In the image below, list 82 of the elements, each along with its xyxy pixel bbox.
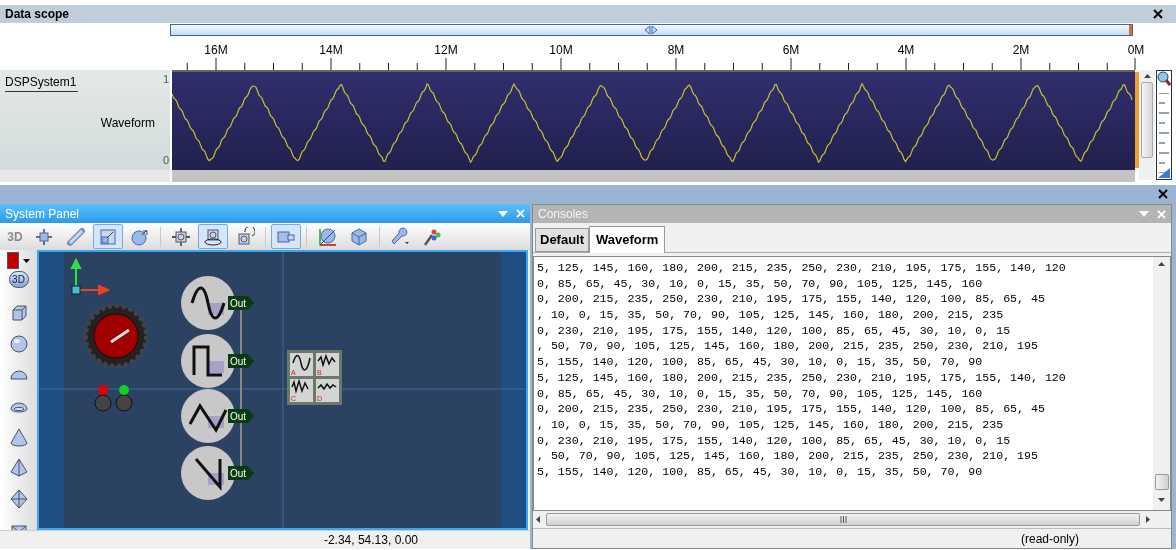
tick-label: 10M (549, 42, 573, 59)
vertical-scrollbar[interactable] (1153, 256, 1170, 511)
caret-icon (23, 258, 30, 263)
output-port[interactable]: Out (228, 354, 254, 368)
close-icon[interactable] (1153, 9, 1163, 19)
camera-orbit-icon (203, 226, 223, 247)
output-port[interactable]: Out (228, 466, 254, 480)
coordinates-readout: -2.34, 54.13, 0.00 (323, 532, 418, 549)
console-line: , 10, 0, 15, 35, 50, 70, 90, 105, 125, 145, 160, 180, 200, 215, 235 (537, 416, 1005, 433)
wrench-icon (390, 226, 410, 247)
scale-icon (98, 226, 118, 247)
axis-gizmo-icon (71, 257, 111, 295)
console-line: 0, 230, 210, 195, 175, 155, 140, 120, 100, 85, 65, 45, 30, 10, 0, 15 (537, 322, 1012, 339)
scroll-thumb[interactable] (1141, 82, 1153, 158)
range-handle-icon[interactable] (643, 25, 659, 35)
sphere-axes-icon (317, 226, 337, 247)
output-port[interactable]: Out (228, 296, 254, 310)
tick-label: 2M (1012, 42, 1030, 59)
tick-label: 16M (204, 42, 228, 59)
console-line: 0, 230, 210, 195, 175, 155, 140, 120, 100, 85, 65, 45, 30, 10, 0, 15 (537, 432, 1012, 449)
knob[interactable] (84, 304, 148, 368)
console-line: , 50, 70, 90, 105, 125, 145, 160, 180, 200, 215, 235, 250, 230, 210, 195 (537, 448, 1039, 465)
console-line: , 10, 0, 15, 35, 50, 70, 90, 105, 125, 145, 160, 180, 200, 215, 235 (537, 307, 1005, 323)
console-tab[interactable]: Waveform (589, 225, 666, 253)
console-line: 5, 155, 140, 120, 100, 85, 65, 45, 30, 10, 0, 15, 35, 50, 70, 90 (537, 464, 984, 480)
tick-label: 0M (1127, 42, 1145, 59)
track-name[interactable]: DSPSystem1 (5, 73, 79, 92)
sphere-icon (8, 334, 29, 354)
close-icon[interactable] (1158, 188, 1168, 199)
view-3d-button[interactable]: 3D (8, 271, 29, 288)
tick-label: 12M (434, 42, 458, 59)
console-line: 5, 155, 140, 120, 100, 85, 65, 45, 30, 10, 0, 15, 35, 50, 70, 90 (537, 354, 984, 370)
grip-icon (839, 516, 847, 524)
overview-bar[interactable] (170, 24, 1133, 36)
toolbar-button[interactable] (93, 224, 123, 249)
console-line: 5, 125, 145, 160, 180, 200, 215, 235, 250, 230, 210, 195, 175, 155, 140, 120 (537, 369, 1067, 386)
signal-label: Waveform (100, 115, 155, 132)
tick-label: 6M (782, 42, 800, 59)
axis-label: 1 (162, 72, 169, 87)
console-line: 0, 85, 65, 45, 30, 10, 0, 15, 35, 50, 70, 90, 105, 125, 145, 160 (537, 275, 984, 292)
range-marker[interactable] (1129, 25, 1132, 35)
console-line: 5, 125, 145, 160, 180, 200, 215, 235, 250, 230, 210, 195, 175, 155, 140, 120 (537, 259, 1067, 276)
zoom-slider[interactable] (1156, 70, 1172, 180)
output-port[interactable]: Out (228, 409, 254, 423)
cube-icon (349, 226, 369, 247)
tick-label: 8M (667, 42, 685, 59)
scroll-left-icon[interactable] (536, 516, 540, 524)
scroll-up-icon[interactable] (1158, 261, 1165, 266)
camera-rotate-icon (235, 226, 255, 247)
console-line: 0, 85, 65, 45, 30, 10, 0, 15, 35, 50, 70, 90, 105, 125, 145, 160 (537, 385, 984, 402)
scroll-down-icon[interactable] (1158, 498, 1165, 503)
scroll-up-icon[interactable] (1143, 74, 1151, 78)
console-line: 0, 200, 215, 235, 250, 230, 210, 195, 175, 155, 140, 120, 100, 85, 65, 45 (537, 291, 1046, 308)
tick-label: 4M (897, 42, 915, 59)
ruler-icon (66, 226, 86, 247)
octahedron-icon (8, 489, 29, 509)
toolbar-button[interactable] (198, 224, 228, 249)
pyramid-icon (8, 458, 29, 478)
shape-tool[interactable] (7, 333, 30, 355)
scroll-thumb[interactable] (546, 513, 1140, 527)
console-line: , 50, 70, 90, 105, 125, 145, 160, 180, 200, 215, 235, 250, 230, 210, 195 (537, 338, 1039, 355)
dropdown-icon[interactable] (498, 210, 508, 217)
mode-label: 3D (6, 228, 24, 246)
axis-label: 0 (162, 152, 169, 168)
camera-move-icon (171, 226, 191, 247)
panel-title: System Panel (5, 205, 80, 223)
magnifier-icon[interactable] (1157, 71, 1171, 87)
color-picker[interactable] (7, 252, 30, 269)
horizontal-scrollbar[interactable] (533, 511, 1153, 529)
vertical-scrollbar[interactable] (1139, 70, 1155, 180)
console-tab[interactable]: Default (535, 227, 590, 252)
console-line: 0, 200, 215, 235, 250, 230, 210, 195, 175, 155, 140, 120, 100, 85, 65, 45 (537, 401, 1046, 417)
move-arrows-icon (34, 226, 54, 247)
scroll-thumb[interactable] (1154, 474, 1169, 491)
panel-title: Consoles (538, 206, 589, 223)
zoom-level-wedge[interactable] (1158, 168, 1170, 178)
tick-label: 14M (319, 42, 343, 59)
panel-title: Data scope (5, 6, 70, 23)
scroll-right-icon[interactable] (1146, 516, 1150, 524)
scope-block[interactable] (287, 350, 342, 405)
status-text: (read-only) (1020, 530, 1079, 548)
cone-icon (8, 427, 29, 447)
